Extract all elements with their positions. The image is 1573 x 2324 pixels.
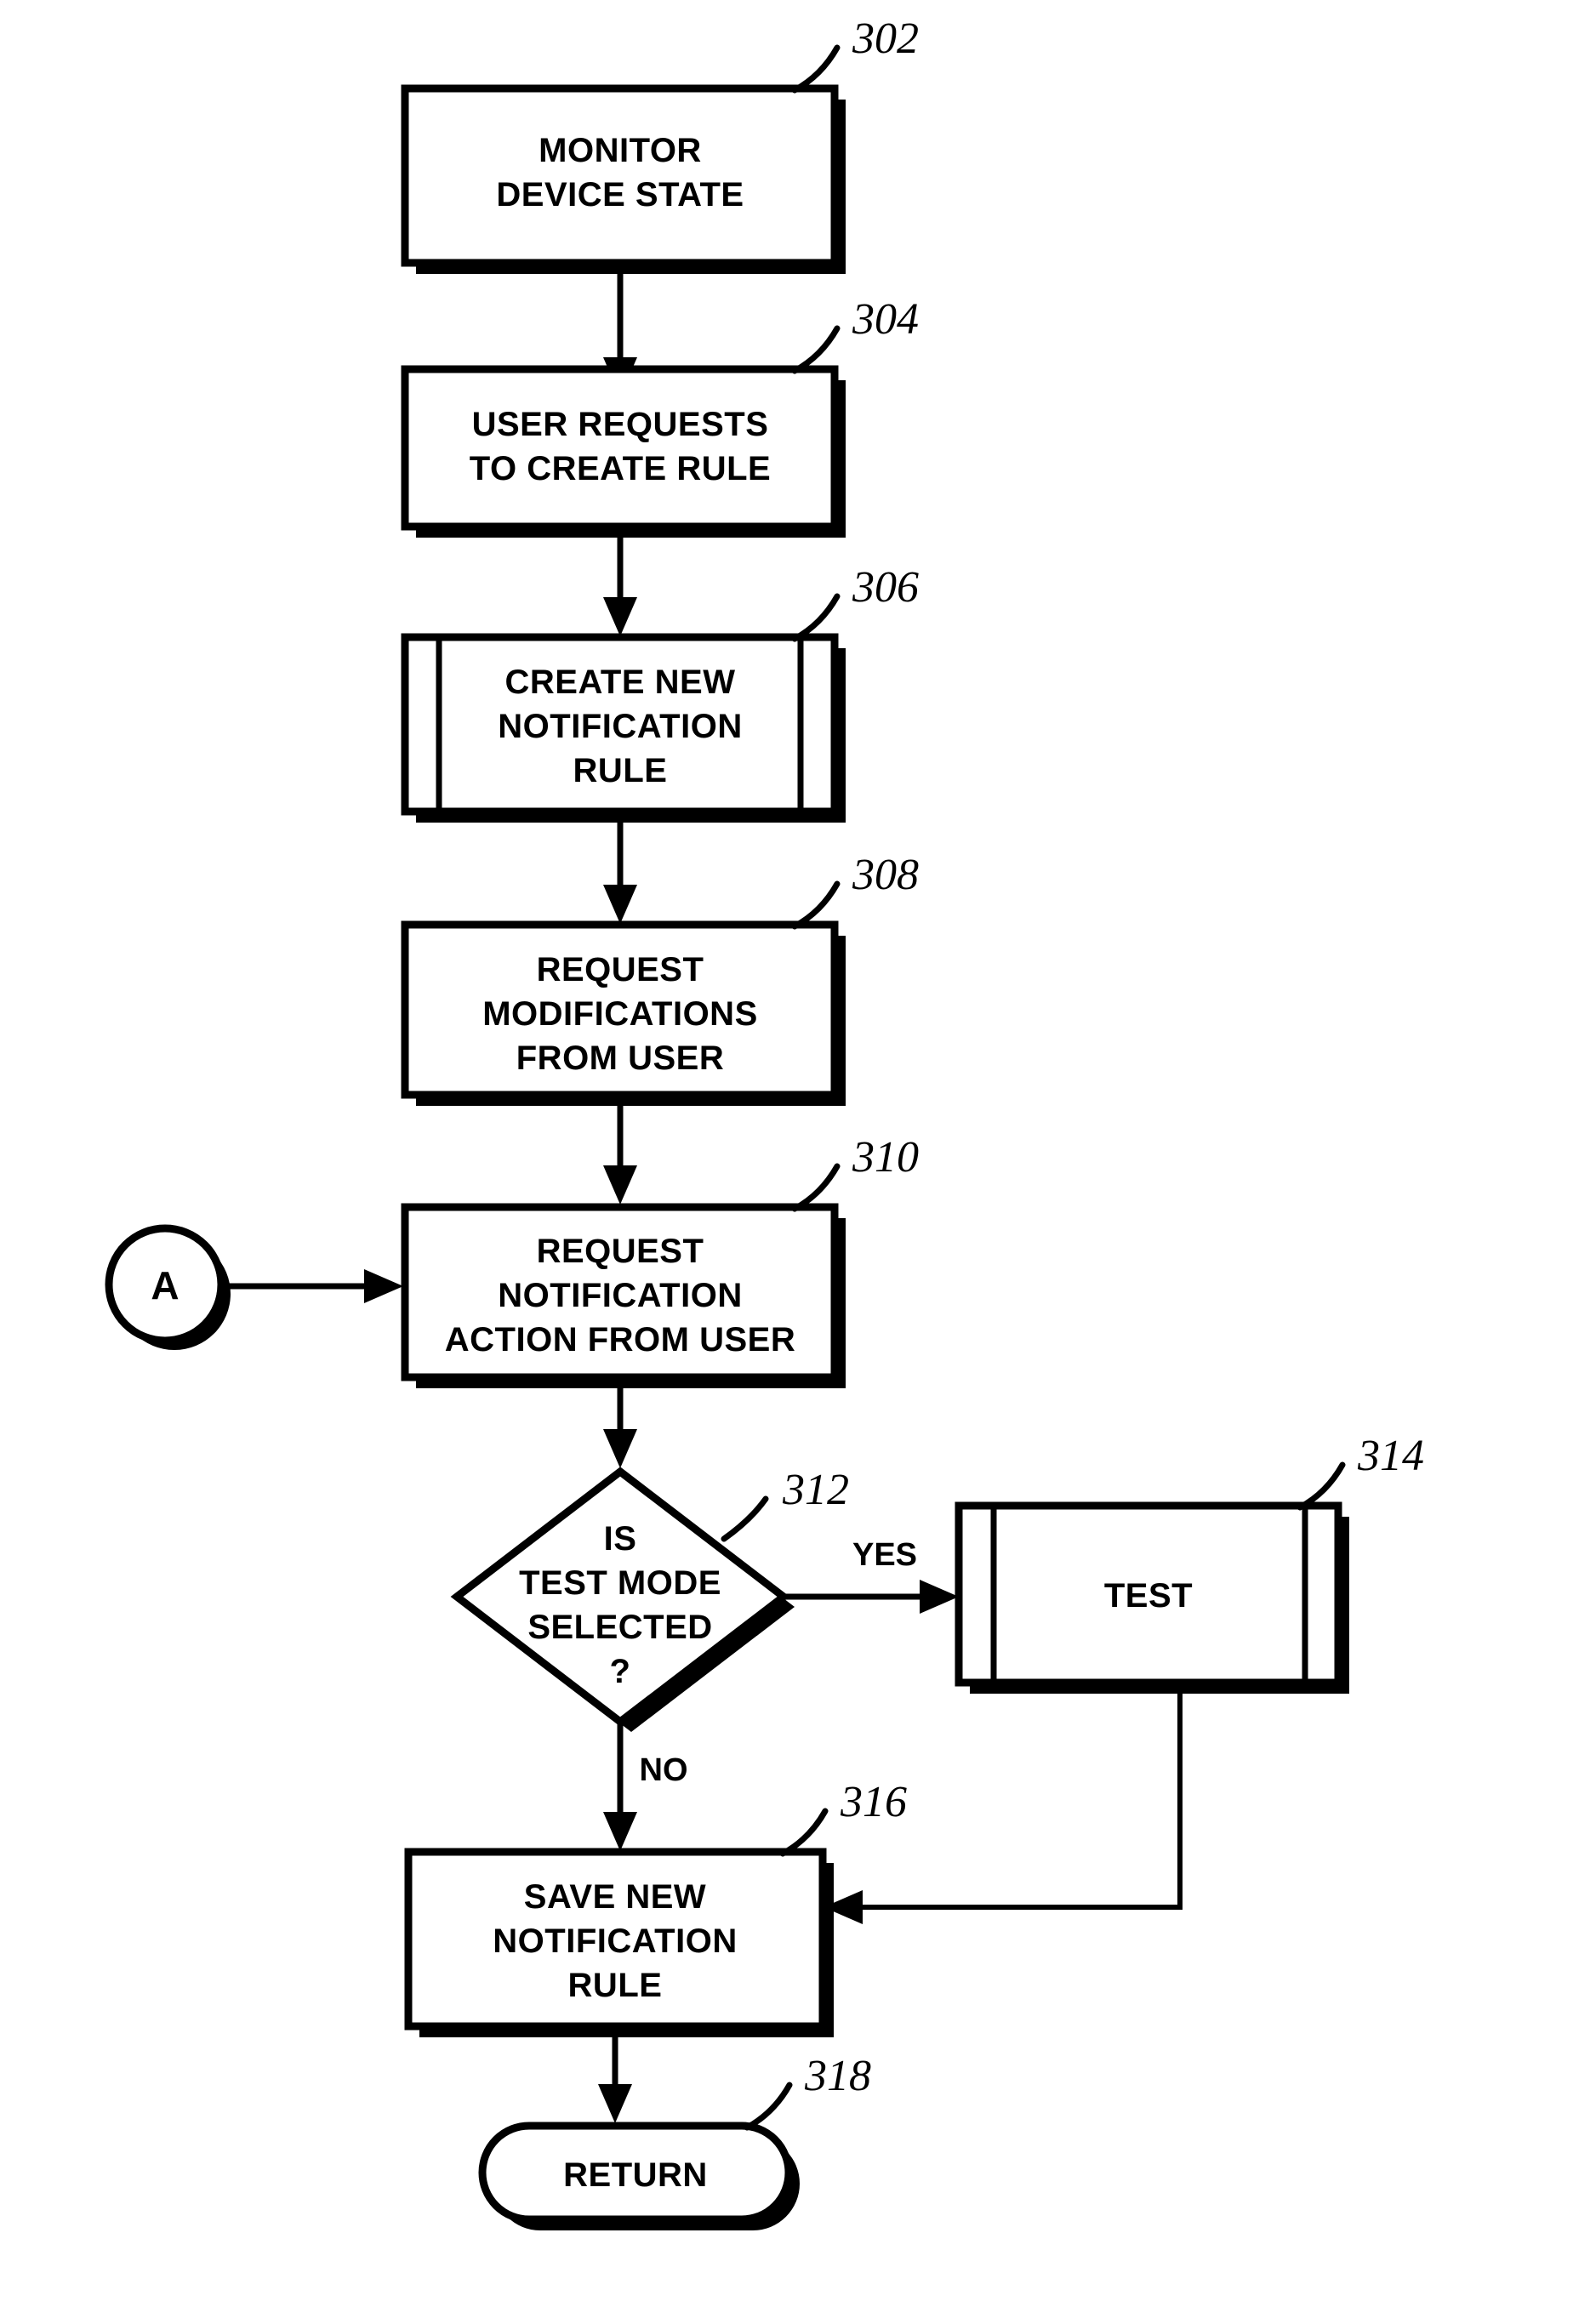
node-308-line-0: REQUEST bbox=[537, 951, 704, 988]
node-314-line-0: TEST bbox=[1104, 1577, 1193, 1615]
edge-312-316-no: NO bbox=[603, 1722, 688, 1851]
node-304-line-1: TO CREATE RULE bbox=[470, 450, 771, 487]
node-316[interactable]: SAVE NEW NOTIFICATION RULE bbox=[404, 1848, 834, 2037]
ref-label-318: 318 bbox=[804, 2052, 871, 2100]
edge-label-yes: YES bbox=[852, 1537, 917, 1573]
ref-label-316: 316 bbox=[840, 1778, 907, 1826]
edge-316-318 bbox=[598, 2037, 632, 2123]
connector-a-label: A bbox=[151, 1263, 179, 1307]
ref-label-306: 306 bbox=[852, 563, 919, 612]
edge-308-310 bbox=[603, 1106, 637, 1205]
ref-leader-314: 314 bbox=[1297, 1432, 1424, 1511]
node-306-line-1: NOTIFICATION bbox=[498, 708, 742, 745]
node-316-line-2: RULE bbox=[568, 1967, 663, 2004]
node-312[interactable]: IS TEST MODE SELECTED ? bbox=[450, 1467, 795, 1732]
node-connector-a[interactable]: A bbox=[105, 1224, 231, 1350]
node-310[interactable]: REQUEST NOTIFICATION ACTION FROM USER bbox=[401, 1203, 846, 1388]
node-312-line-1: TEST MODE bbox=[519, 1564, 721, 1602]
node-312-line-2: SELECTED bbox=[527, 1609, 712, 1646]
node-310-line-0: REQUEST bbox=[537, 1233, 704, 1270]
ref-leader-312: 312 bbox=[721, 1466, 849, 1542]
node-312-line-0: IS bbox=[604, 1520, 637, 1558]
ref-leader-316: 316 bbox=[779, 1778, 907, 1857]
ref-leader-310: 310 bbox=[791, 1133, 919, 1212]
node-314[interactable]: TEST bbox=[955, 1501, 1349, 1694]
edge-306-308 bbox=[603, 823, 637, 924]
node-306-line-0: CREATE NEW bbox=[505, 664, 736, 701]
node-318-line-0: RETURN bbox=[563, 2156, 708, 2194]
node-304[interactable]: USER REQUESTS TO CREATE RULE bbox=[401, 365, 846, 538]
node-308[interactable]: REQUEST MODIFICATIONS FROM USER bbox=[401, 920, 846, 1106]
node-312-line-3: ? bbox=[610, 1653, 631, 1690]
node-302[interactable]: MONITOR DEVICE STATE bbox=[401, 84, 846, 274]
edge-312-314-yes: YES bbox=[784, 1537, 959, 1614]
ref-label-314: 314 bbox=[1357, 1432, 1424, 1480]
ref-leader-318: 318 bbox=[744, 2052, 871, 2131]
node-316-line-1: NOTIFICATION bbox=[493, 1922, 737, 1960]
edge-label-no: NO bbox=[640, 1752, 688, 1788]
node-310-line-1: NOTIFICATION bbox=[498, 1277, 742, 1314]
edge-a-310 bbox=[225, 1269, 403, 1303]
edge-310-312 bbox=[603, 1388, 637, 1468]
ref-label-310: 310 bbox=[852, 1133, 919, 1182]
node-316-line-0: SAVE NEW bbox=[524, 1878, 706, 1916]
node-304-fill bbox=[405, 369, 835, 527]
node-302-line-1: DEVICE STATE bbox=[496, 176, 744, 214]
ref-leader-306: 306 bbox=[791, 563, 919, 642]
node-308-line-1: MODIFICATIONS bbox=[482, 995, 758, 1033]
node-306-line-2: RULE bbox=[573, 752, 668, 789]
node-302-line-0: MONITOR bbox=[539, 132, 702, 169]
node-318[interactable]: RETURN bbox=[478, 2122, 800, 2230]
flowchart-svg: MONITOR DEVICE STATE 302 USER REQUESTS T… bbox=[105, 14, 1424, 2230]
ref-label-304: 304 bbox=[852, 295, 919, 344]
node-304-line-0: USER REQUESTS bbox=[472, 406, 769, 443]
edge-304-306 bbox=[603, 538, 637, 636]
node-310-line-2: ACTION FROM USER bbox=[445, 1321, 795, 1359]
ref-leader-304: 304 bbox=[791, 295, 919, 374]
ref-leader-302: 302 bbox=[791, 14, 919, 94]
ref-leader-308: 308 bbox=[791, 851, 919, 930]
ref-label-302: 302 bbox=[852, 14, 919, 63]
node-306[interactable]: CREATE NEW NOTIFICATION RULE bbox=[401, 633, 846, 823]
ref-label-312: 312 bbox=[782, 1466, 849, 1514]
ref-label-308: 308 bbox=[852, 851, 919, 899]
node-308-line-2: FROM USER bbox=[516, 1040, 725, 1077]
flowchart-canvas: MONITOR DEVICE STATE 302 USER REQUESTS T… bbox=[0, 0, 1573, 2324]
